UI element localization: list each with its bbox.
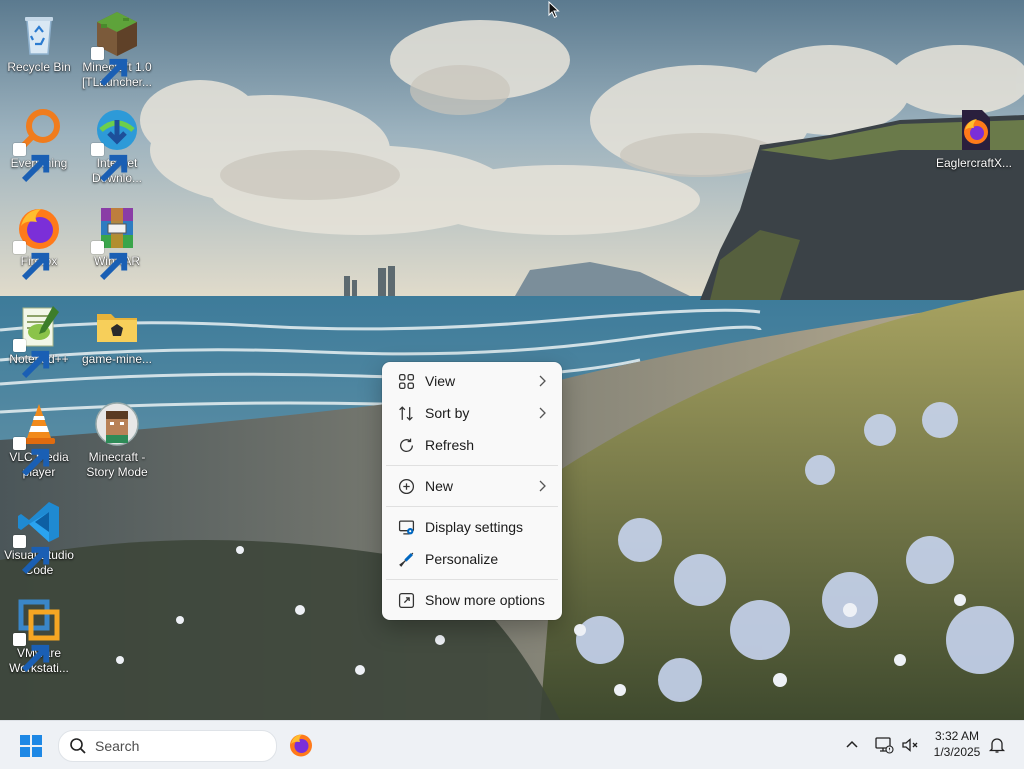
chevron-right-icon [537, 479, 547, 493]
menu-separator [386, 465, 558, 466]
vmware-icon [13, 596, 63, 673]
menu-separator [386, 506, 558, 507]
clock-date: 1/3/2025 [933, 745, 981, 759]
search-placeholder: Search [95, 738, 140, 754]
menu-item-label: New [425, 478, 454, 494]
menu-item-label: Display settings [425, 519, 524, 535]
chevron-right-icon [537, 374, 547, 388]
vscode-icon [13, 498, 63, 575]
menu-item-sort-by[interactable]: Sort by [387, 398, 557, 428]
menu-item-new[interactable]: New [387, 471, 557, 501]
taskbar-search-box[interactable]: Search [58, 730, 277, 762]
network-status-button[interactable] [874, 735, 894, 755]
desktop-icon-recycle-bin[interactable]: Recycle Bin [0, 2, 78, 75]
speaker-muted-icon [902, 738, 918, 752]
desktop-icon-minecraft-story-mode[interactable]: Minecraft - Story Mode [78, 392, 156, 480]
menu-item-label: Sort by [425, 405, 470, 421]
internet-download-manager-icon [91, 106, 141, 183]
eaglercraft-firefox-icon [950, 106, 998, 154]
desktop-context-menu: View Sort by Refresh New Display setting… [382, 362, 562, 620]
desktop-icon-label: Minecraft - Story Mode [86, 450, 148, 479]
menu-item-show-more-options[interactable]: Show more options [387, 585, 557, 615]
search-icon [70, 738, 86, 754]
desktop-icon-internet-download-manager[interactable]: Internet Downlo... [78, 98, 156, 186]
shortcut-arrow-icon [13, 535, 50, 575]
menu-item-view[interactable]: View [387, 366, 557, 396]
desktop-icon-minecraft[interactable]: Minecraft 1.0 [TLauncher... [78, 2, 156, 90]
desktop-icon-game-folder[interactable]: game-mine... [78, 294, 156, 367]
show-more-options-icon [397, 591, 415, 609]
bell-icon [988, 738, 1006, 753]
desktop-icon-winrar[interactable]: WinRAR [78, 196, 156, 281]
desktop-icon-label: game-mine... [81, 352, 153, 366]
clock-time: 3:32 AM [934, 729, 980, 743]
desktop-icon-vlc[interactable]: VLC media player [0, 392, 78, 480]
network-monitor-icon [875, 737, 894, 754]
sort-icon [397, 404, 415, 422]
paintbrush-icon [397, 550, 415, 568]
taskbar-firefox-button[interactable] [288, 732, 314, 758]
menu-item-label: Refresh [425, 437, 475, 453]
minecraft-icon [91, 10, 141, 87]
firefox-icon [13, 204, 63, 281]
shortcut-arrow-icon [13, 437, 50, 477]
shortcut-arrow-icon [91, 241, 128, 281]
shortcut-arrow-icon [13, 633, 50, 673]
vlc-icon [13, 400, 63, 477]
add-circle-icon [397, 477, 415, 495]
menu-separator [386, 579, 558, 580]
folder-icon [93, 302, 141, 350]
recycle-bin-icon [15, 10, 63, 58]
mouse-cursor-icon [548, 1, 560, 19]
shortcut-arrow-icon [13, 143, 50, 183]
desktop-icon-eaglercraft[interactable]: EaglercraftX... [935, 98, 1013, 171]
windows-logo-icon [20, 735, 42, 757]
menu-item-label: Show more options [425, 592, 545, 608]
menu-item-display-settings[interactable]: Display settings [387, 512, 557, 542]
desktop-icon-label: Recycle Bin [7, 60, 71, 74]
firefox-icon [290, 734, 312, 757]
taskbar: Search 3:32 AM 1/3/2025 [0, 720, 1024, 769]
chevron-right-icon [537, 406, 547, 420]
desktop-icon-label: EaglercraftX... [935, 156, 1013, 170]
start-button[interactable] [18, 733, 44, 759]
shortcut-arrow-icon [13, 241, 50, 281]
menu-item-refresh[interactable]: Refresh [387, 430, 557, 460]
desktop-icon-notepad-plus-plus[interactable]: Notepad++ [0, 294, 78, 379]
winrar-icon [91, 204, 141, 281]
menu-item-label: Personalize [425, 551, 499, 567]
refresh-icon [397, 436, 415, 454]
shortcut-arrow-icon [91, 47, 128, 87]
desktop-icon-everything[interactable]: Everything [0, 98, 78, 183]
desktop-icon-visual-studio-code[interactable]: Visual Studio Code [0, 490, 78, 578]
desktop-icon-firefox[interactable]: Firefox [0, 196, 78, 281]
minecraft-story-mode-icon [93, 400, 141, 448]
show-hidden-icons-button[interactable] [843, 736, 861, 754]
shortcut-arrow-icon [91, 143, 128, 183]
menu-item-label: View [425, 373, 456, 389]
taskbar-clock[interactable]: 3:32 AM 1/3/2025 [924, 728, 990, 760]
shortcut-arrow-icon [13, 339, 50, 379]
everything-search-icon [13, 106, 63, 183]
menu-item-personalize[interactable]: Personalize [387, 544, 557, 574]
chevron-up-icon [846, 740, 858, 748]
volume-button[interactable] [900, 735, 920, 755]
notifications-button[interactable] [987, 735, 1007, 755]
grid-view-icon [397, 372, 415, 390]
notepad-plus-plus-icon [13, 302, 63, 379]
desktop-icon-vmware[interactable]: VMware Workstati... [0, 588, 78, 676]
display-settings-icon [397, 518, 415, 536]
